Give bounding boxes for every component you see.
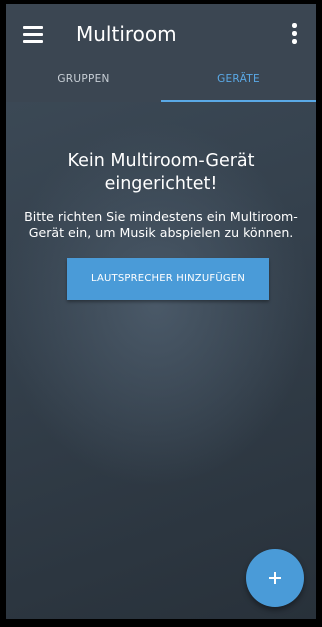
app-screen: Multiroom GRUPPEN GERÄTE Kein Multiroom-… — [0, 0, 322, 627]
menu-line — [23, 40, 43, 43]
tab-indicator — [161, 100, 316, 102]
menu-line — [23, 33, 43, 36]
toolbar: Multiroom — [6, 4, 316, 64]
empty-state-title: Kein Multiroom-Gerät eingerichtet! — [6, 150, 316, 196]
empty-state-description: Bitte richten Sie mindestens ein Multiro… — [24, 209, 298, 240]
empty-state-title-line2: eingerichtet! — [104, 174, 218, 194]
tab-bar: GRUPPEN GERÄTE — [6, 64, 316, 102]
page-title: Multiroom — [76, 22, 177, 46]
hamburger-menu-icon[interactable] — [20, 22, 46, 46]
empty-state-title-line1: Kein Multiroom-Gerät — [67, 151, 255, 171]
app-bar: Multiroom GRUPPEN GERÄTE — [6, 4, 316, 102]
more-vert-icon[interactable] — [286, 20, 302, 48]
tab-geraete[interactable]: GERÄTE — [161, 64, 316, 102]
plus-icon — [274, 572, 276, 584]
dot — [292, 23, 297, 28]
menu-line — [23, 26, 43, 29]
tab-gruppen[interactable]: GRUPPEN — [6, 64, 161, 102]
add-speaker-button[interactable]: LAUTSPRECHER HINZUFÜGEN — [67, 258, 269, 300]
dot — [292, 31, 297, 36]
add-fab-button[interactable] — [246, 549, 304, 607]
dot — [292, 39, 297, 44]
